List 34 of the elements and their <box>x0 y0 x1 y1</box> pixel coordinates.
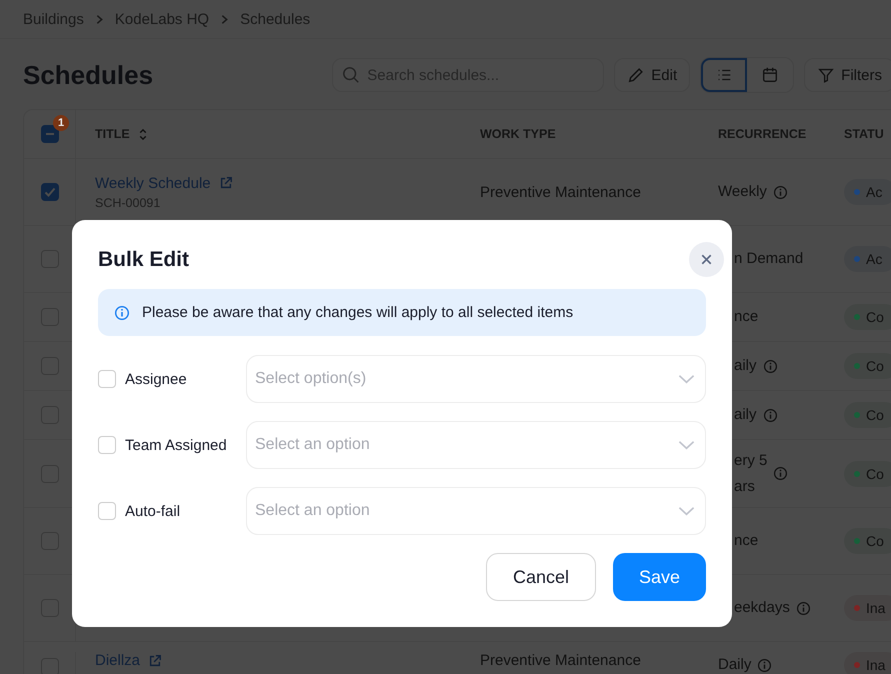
select-field[interactable]: Select an option <box>246 421 706 469</box>
table-cell: Preventive Maintenance <box>480 652 641 669</box>
recurrence-text: aily <box>734 356 757 376</box>
chevron-down-icon <box>678 440 695 450</box>
cancel-button[interactable]: Cancel <box>486 553 596 601</box>
chevron-down-icon <box>678 374 695 384</box>
dialog-title: Bulk Edit <box>98 248 190 272</box>
field-label: Auto-fail <box>125 502 180 520</box>
save-button[interactable]: Save <box>613 553 706 601</box>
close-icon <box>699 252 714 267</box>
close-button[interactable] <box>689 242 724 277</box>
recurrence-text: nce <box>734 531 758 551</box>
recurrence-text: Weekly <box>718 182 767 202</box>
schedule-link[interactable]: Weekly Schedule <box>95 174 211 192</box>
chevron-down-icon <box>678 506 695 516</box>
select-field[interactable]: Select option(s) <box>246 355 706 403</box>
recurrence-text: ery 5 <box>734 450 768 470</box>
schedule-link[interactable]: Diellza <box>95 652 140 669</box>
table-cell: Preventive Maintenance <box>480 184 641 200</box>
field-checkbox[interactable] <box>98 370 116 388</box>
field-checkbox[interactable] <box>98 502 116 520</box>
page-title: Schedules <box>23 60 154 90</box>
field-label: Assignee <box>125 370 187 388</box>
recurrence-text: n Demand <box>734 249 804 269</box>
field-label: Team Assigned <box>125 436 227 454</box>
recurrence-text: Daily <box>718 655 752 674</box>
recurrence-text: eekdays <box>734 598 790 618</box>
info-icon <box>114 304 130 320</box>
recurrence-text: aily <box>734 405 757 425</box>
recurrence-text: ars <box>734 476 756 496</box>
select-field[interactable]: Select an option <box>246 487 706 535</box>
notice-text: Please be aware that any changes will apply to all selected items <box>142 304 574 321</box>
recurrence-text: nce <box>734 307 758 327</box>
field-checkbox[interactable] <box>98 436 116 454</box>
